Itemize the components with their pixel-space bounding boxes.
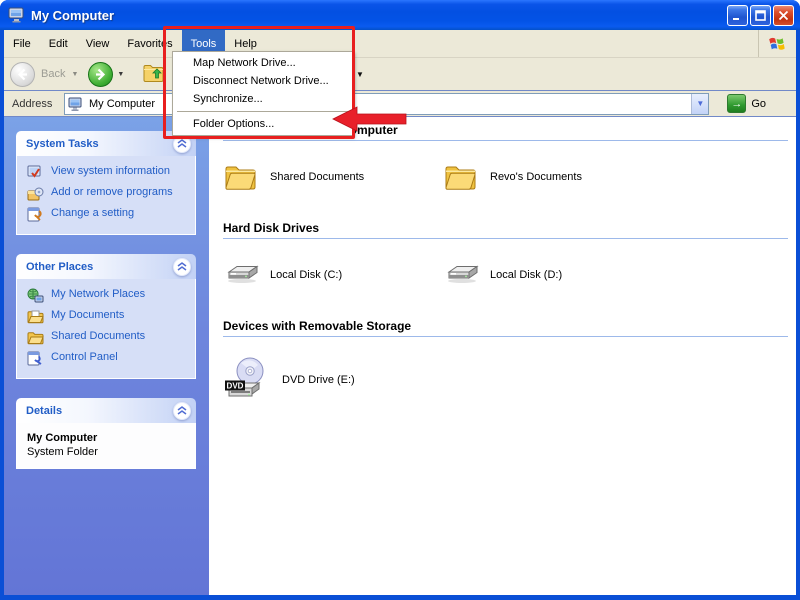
forward-button[interactable] [88,61,114,87]
titlebar[interactable]: My Computer [0,0,800,30]
folder-icon [443,160,477,194]
panel-system-tasks: System Tasks View system information Add… [16,131,196,235]
main-area: System Tasks View system information Add… [4,117,796,595]
up-button[interactable] [142,60,166,89]
maximize-button[interactable] [750,4,771,26]
link-my-documents[interactable]: My Documents [27,309,191,325]
minimize-button[interactable] [727,4,748,26]
go-group: → Go [727,94,766,113]
link-change-a-setting[interactable]: Change a setting [27,207,191,223]
network-places-icon [27,288,44,304]
drive-item-local-disk-c[interactable]: Local Disk (C:) [223,258,443,292]
folder-icon [223,160,257,194]
link-my-network-places[interactable]: My Network Places [27,288,191,304]
link-label: Add or remove programs [51,186,173,198]
group-removable-storage: Devices with Removable Storage DVD DVD D… [223,315,788,426]
address-bar-row: Address My Computer ▼ → Go [4,91,796,117]
link-label: Control Panel [51,351,118,363]
window-controls [727,4,794,26]
go-button[interactable]: → [727,94,747,113]
group-hard-disk-drives: Hard Disk Drives Local Disk (C:) Local D… [223,217,788,315]
panel-title: System Tasks [26,137,99,150]
tools-dropdown-menu: Map Network Drive... Disconnect Network … [172,51,353,136]
toolbar: Back ▼ ▼ ▼ [4,58,796,91]
link-label: My Network Places [51,288,146,300]
address-my-computer-icon [68,96,84,112]
menu-item-disconnect-network-drive[interactable]: Disconnect Network Drive... [175,72,350,90]
back-button-label: Back [41,68,66,80]
back-button[interactable] [10,61,35,87]
shared-documents-icon [27,330,44,346]
panel-other-places-header[interactable]: Other Places [16,254,196,279]
change-setting-icon [27,207,44,223]
dvd-badge-label: DVD [227,382,244,391]
address-dropdown-button[interactable]: ▼ [691,93,709,114]
task-pane-sidebar: System Tasks View system information Add… [4,117,209,595]
address-combobox[interactable]: My Computer ▼ [64,92,710,115]
system-information-icon [27,165,44,181]
forward-dropdown-icon[interactable]: ▼ [117,71,124,78]
panel-details: Details My Computer System Folder [16,398,196,469]
drive-item-local-disk-d[interactable]: Local Disk (D:) [443,258,663,292]
link-control-panel[interactable]: Control Panel [27,351,191,367]
menu-separator [177,111,348,112]
details-item-type: System Folder [27,446,98,458]
views-dropdown-icon[interactable]: ▼ [356,70,364,79]
file-item-revos-documents[interactable]: Revo's Documents [443,160,663,194]
file-item-label: Shared Documents [270,171,365,183]
folder-content-view: Files Stored on This Computer Shared Doc… [209,117,796,595]
address-label: Address [12,97,53,110]
collapse-chevron-icon[interactable] [173,401,191,420]
collapse-chevron-icon[interactable] [173,134,191,153]
panel-title: Other Places [26,260,94,273]
menu-item-map-network-drive[interactable]: Map Network Drive... [175,54,350,72]
my-computer-icon [8,6,26,24]
menu-item-folder-options[interactable]: Folder Options... [175,115,350,133]
group-heading: Devices with Removable Storage [223,315,788,337]
details-item-name: My Computer [27,432,98,444]
link-label: Shared Documents [51,330,146,342]
panel-title: Details [26,404,63,417]
panel-system-tasks-header[interactable]: System Tasks [16,131,196,156]
menu-file[interactable]: File [4,30,40,57]
link-shared-documents[interactable]: Shared Documents [27,330,191,346]
panel-other-places: Other Places My Network Places My Docume… [16,254,196,379]
my-documents-icon [27,309,44,325]
link-label: View system information [51,165,171,177]
panel-details-header[interactable]: Details [16,398,196,423]
window-client-area: File Edit View Favorites Tools Help Back [4,30,796,595]
link-add-remove-programs[interactable]: Add or remove programs [27,186,191,202]
control-panel-icon [27,351,44,367]
add-remove-programs-icon [27,186,44,202]
windows-logo-icon [758,30,796,57]
dvd-drive-icon: DVD [223,356,269,403]
window-title: My Computer [31,7,115,23]
go-label: Go [751,97,766,110]
drive-item-label: Local Disk (D:) [490,269,563,281]
link-label: Change a setting [51,207,135,219]
back-dropdown-icon[interactable]: ▼ [71,71,78,78]
drive-item-dvd-e[interactable]: DVD DVD Drive (E:) [223,356,443,403]
menu-view[interactable]: View [77,30,119,57]
menu-item-synchronize[interactable]: Synchronize... [175,90,350,108]
link-label: My Documents [51,309,125,321]
menu-bar: File Edit View Favorites Tools Help [4,30,796,58]
link-view-system-information[interactable]: View system information [27,165,191,181]
file-item-shared-documents[interactable]: Shared Documents [223,160,443,194]
hard-disk-icon [223,258,259,292]
my-computer-window: My Computer File Edit View Favorites Too… [0,0,800,600]
hard-disk-icon [443,258,479,292]
collapse-chevron-icon[interactable] [173,257,191,276]
file-item-label: Revo's Documents [490,171,582,183]
drive-item-label: DVD Drive (E:) [282,373,355,386]
group-heading: Hard Disk Drives [223,217,788,239]
drive-item-label: Local Disk (C:) [270,269,343,281]
close-button[interactable] [773,4,794,26]
menu-edit[interactable]: Edit [40,30,77,57]
